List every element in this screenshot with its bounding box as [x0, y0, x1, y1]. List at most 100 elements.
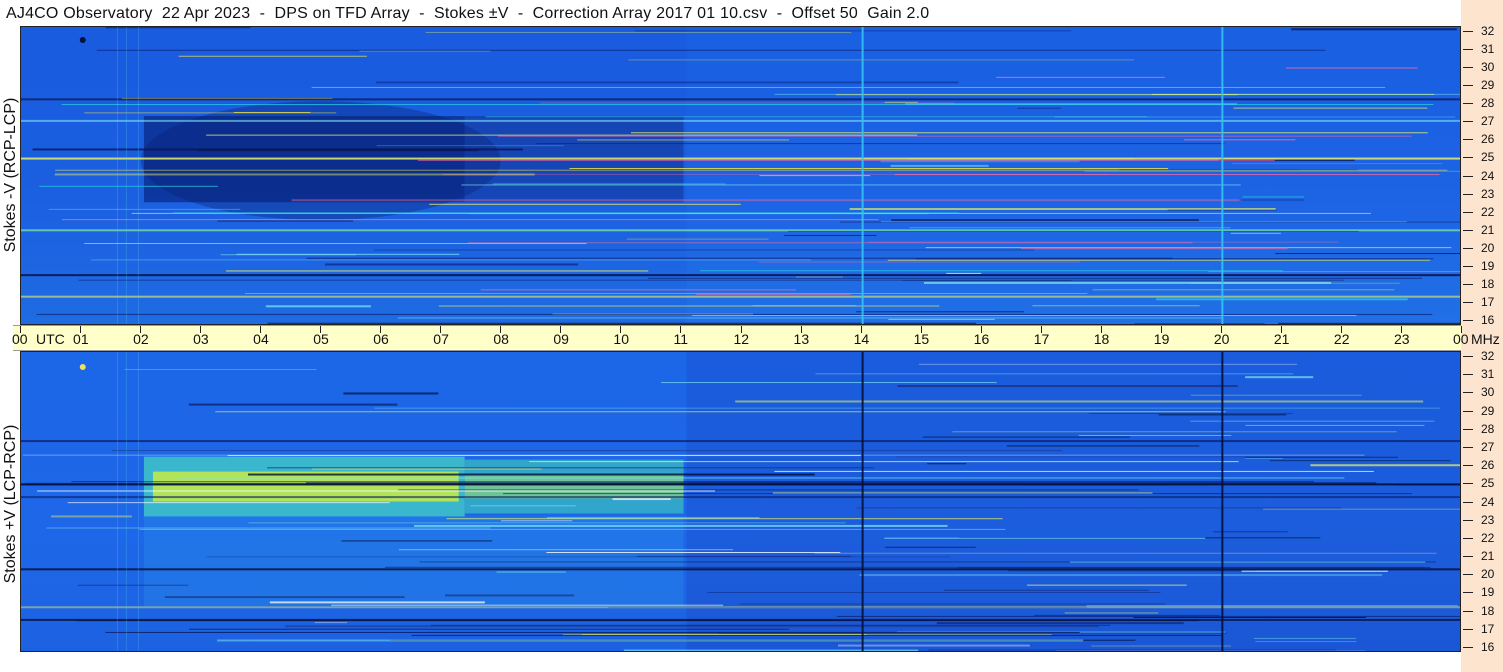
- interference-line: [695, 293, 851, 295]
- frequency-tick: [1463, 211, 1473, 213]
- frequency-tick: [1463, 265, 1473, 267]
- time-tick-label: 15: [913, 331, 930, 347]
- interference-line: [78, 279, 1344, 281]
- interference-line: [331, 604, 724, 606]
- interference-line: [84, 243, 587, 245]
- interference-line: [891, 219, 1199, 222]
- time-tick-label: 11: [673, 331, 688, 347]
- interference-line: [77, 584, 189, 586]
- interference-line: [105, 631, 1080, 633]
- strong-interference-line: [21, 606, 1460, 609]
- interference-line: [927, 463, 967, 465]
- interference-line: [661, 382, 997, 384]
- frequency-tick: [1463, 428, 1473, 430]
- interference-line: [536, 143, 1225, 145]
- interference-line: [265, 305, 371, 308]
- interference-line: [546, 552, 841, 554]
- interference-line: [1133, 616, 1366, 618]
- strong-interference-line: [21, 568, 1460, 571]
- interference-line: [1255, 641, 1357, 643]
- interference-line: [859, 574, 1383, 577]
- vertical-streak: [137, 27, 139, 324]
- vertical-burst-line: [861, 352, 864, 651]
- strong-interference-line: [21, 483, 1460, 486]
- time-tick-label: 22: [1333, 331, 1350, 347]
- frequency-tick: [1463, 501, 1473, 503]
- vertical-streak: [125, 27, 127, 324]
- time-tick: [380, 326, 382, 333]
- interference-line: [884, 101, 918, 103]
- frequency-tick: [1463, 157, 1473, 159]
- interference-line: [946, 272, 982, 274]
- time-tick-label: 14: [853, 331, 870, 347]
- time-tick-label: 17: [1033, 331, 1050, 347]
- frequency-tick-label: 17: [1481, 294, 1495, 309]
- strong-interference-line: [21, 496, 1460, 499]
- interference-line: [39, 185, 218, 187]
- interference-line: [836, 615, 1460, 617]
- interference-line: [1269, 460, 1451, 462]
- frequency-tick-label: 22: [1481, 530, 1495, 545]
- interference-line: [206, 134, 918, 136]
- interference-line: [1310, 464, 1460, 467]
- interference-line: [1245, 424, 1425, 426]
- time-tick-label: 03: [193, 331, 209, 347]
- interference-line: [928, 649, 1337, 651]
- interference-line: [497, 135, 1412, 137]
- interference-line: [922, 436, 1130, 438]
- interference-line: [314, 622, 348, 624]
- frequency-tick-label: 23: [1481, 512, 1495, 527]
- frequency-tick: [1463, 121, 1473, 123]
- frequency-tick-label: 20: [1481, 567, 1495, 582]
- interference-line: [196, 149, 479, 152]
- interference-line: [1285, 67, 1418, 69]
- time-tick: [1461, 326, 1462, 333]
- interference-line: [267, 467, 875, 469]
- frequency-tick: [1463, 446, 1473, 448]
- interference-line: [324, 263, 579, 266]
- interference-line: [1184, 139, 1296, 141]
- interference-line: [635, 30, 1072, 32]
- interference-line: [856, 507, 1342, 509]
- time-tick-label: UTC: [36, 331, 65, 347]
- time-tick: [1220, 326, 1222, 333]
- spectrogram-top-svg: [21, 27, 1460, 324]
- strong-interference-line: [21, 229, 1460, 232]
- time-tick: [440, 326, 442, 333]
- interference-line: [897, 385, 1238, 388]
- time-tick-label: 18: [1093, 331, 1110, 347]
- spectrogram-top: [20, 26, 1461, 325]
- interference-line: [943, 589, 1149, 591]
- interference-line: [890, 164, 989, 167]
- interference-line: [1026, 584, 1187, 586]
- frequency-tick: [1463, 247, 1473, 249]
- time-tick: [140, 326, 142, 333]
- time-tick-label: 20: [1213, 331, 1230, 347]
- frequency-tick-label: 24: [1481, 168, 1495, 183]
- interference-line: [1275, 253, 1460, 255]
- interference-line: [188, 403, 398, 406]
- interference-line: [1291, 28, 1457, 31]
- interference-line: [884, 546, 976, 548]
- interference-line: [1017, 107, 1062, 109]
- time-tick-label: 19: [1153, 331, 1170, 347]
- frequency-tick: [1463, 193, 1473, 195]
- spot-marker: [79, 364, 86, 370]
- interference-line: [96, 49, 1326, 51]
- strong-interference-line: [21, 440, 1460, 443]
- interference-line: [647, 277, 1422, 279]
- interference-line: [905, 103, 1238, 105]
- interference-line: [1091, 645, 1232, 647]
- interference-line: [1233, 107, 1428, 109]
- interference-line: [485, 116, 1148, 118]
- spectrogram-bottom-svg: [21, 352, 1460, 651]
- interference-line: [1092, 289, 1395, 291]
- interference-line: [226, 270, 649, 272]
- interference-line: [374, 249, 1035, 251]
- strong-interference-line: [21, 157, 1460, 160]
- frequency-tick-label: 18: [1481, 276, 1495, 291]
- interference-line: [952, 431, 1397, 433]
- time-tick-label: 06: [373, 331, 389, 347]
- interference-line: [398, 549, 733, 551]
- strong-interference-line: [21, 119, 1460, 122]
